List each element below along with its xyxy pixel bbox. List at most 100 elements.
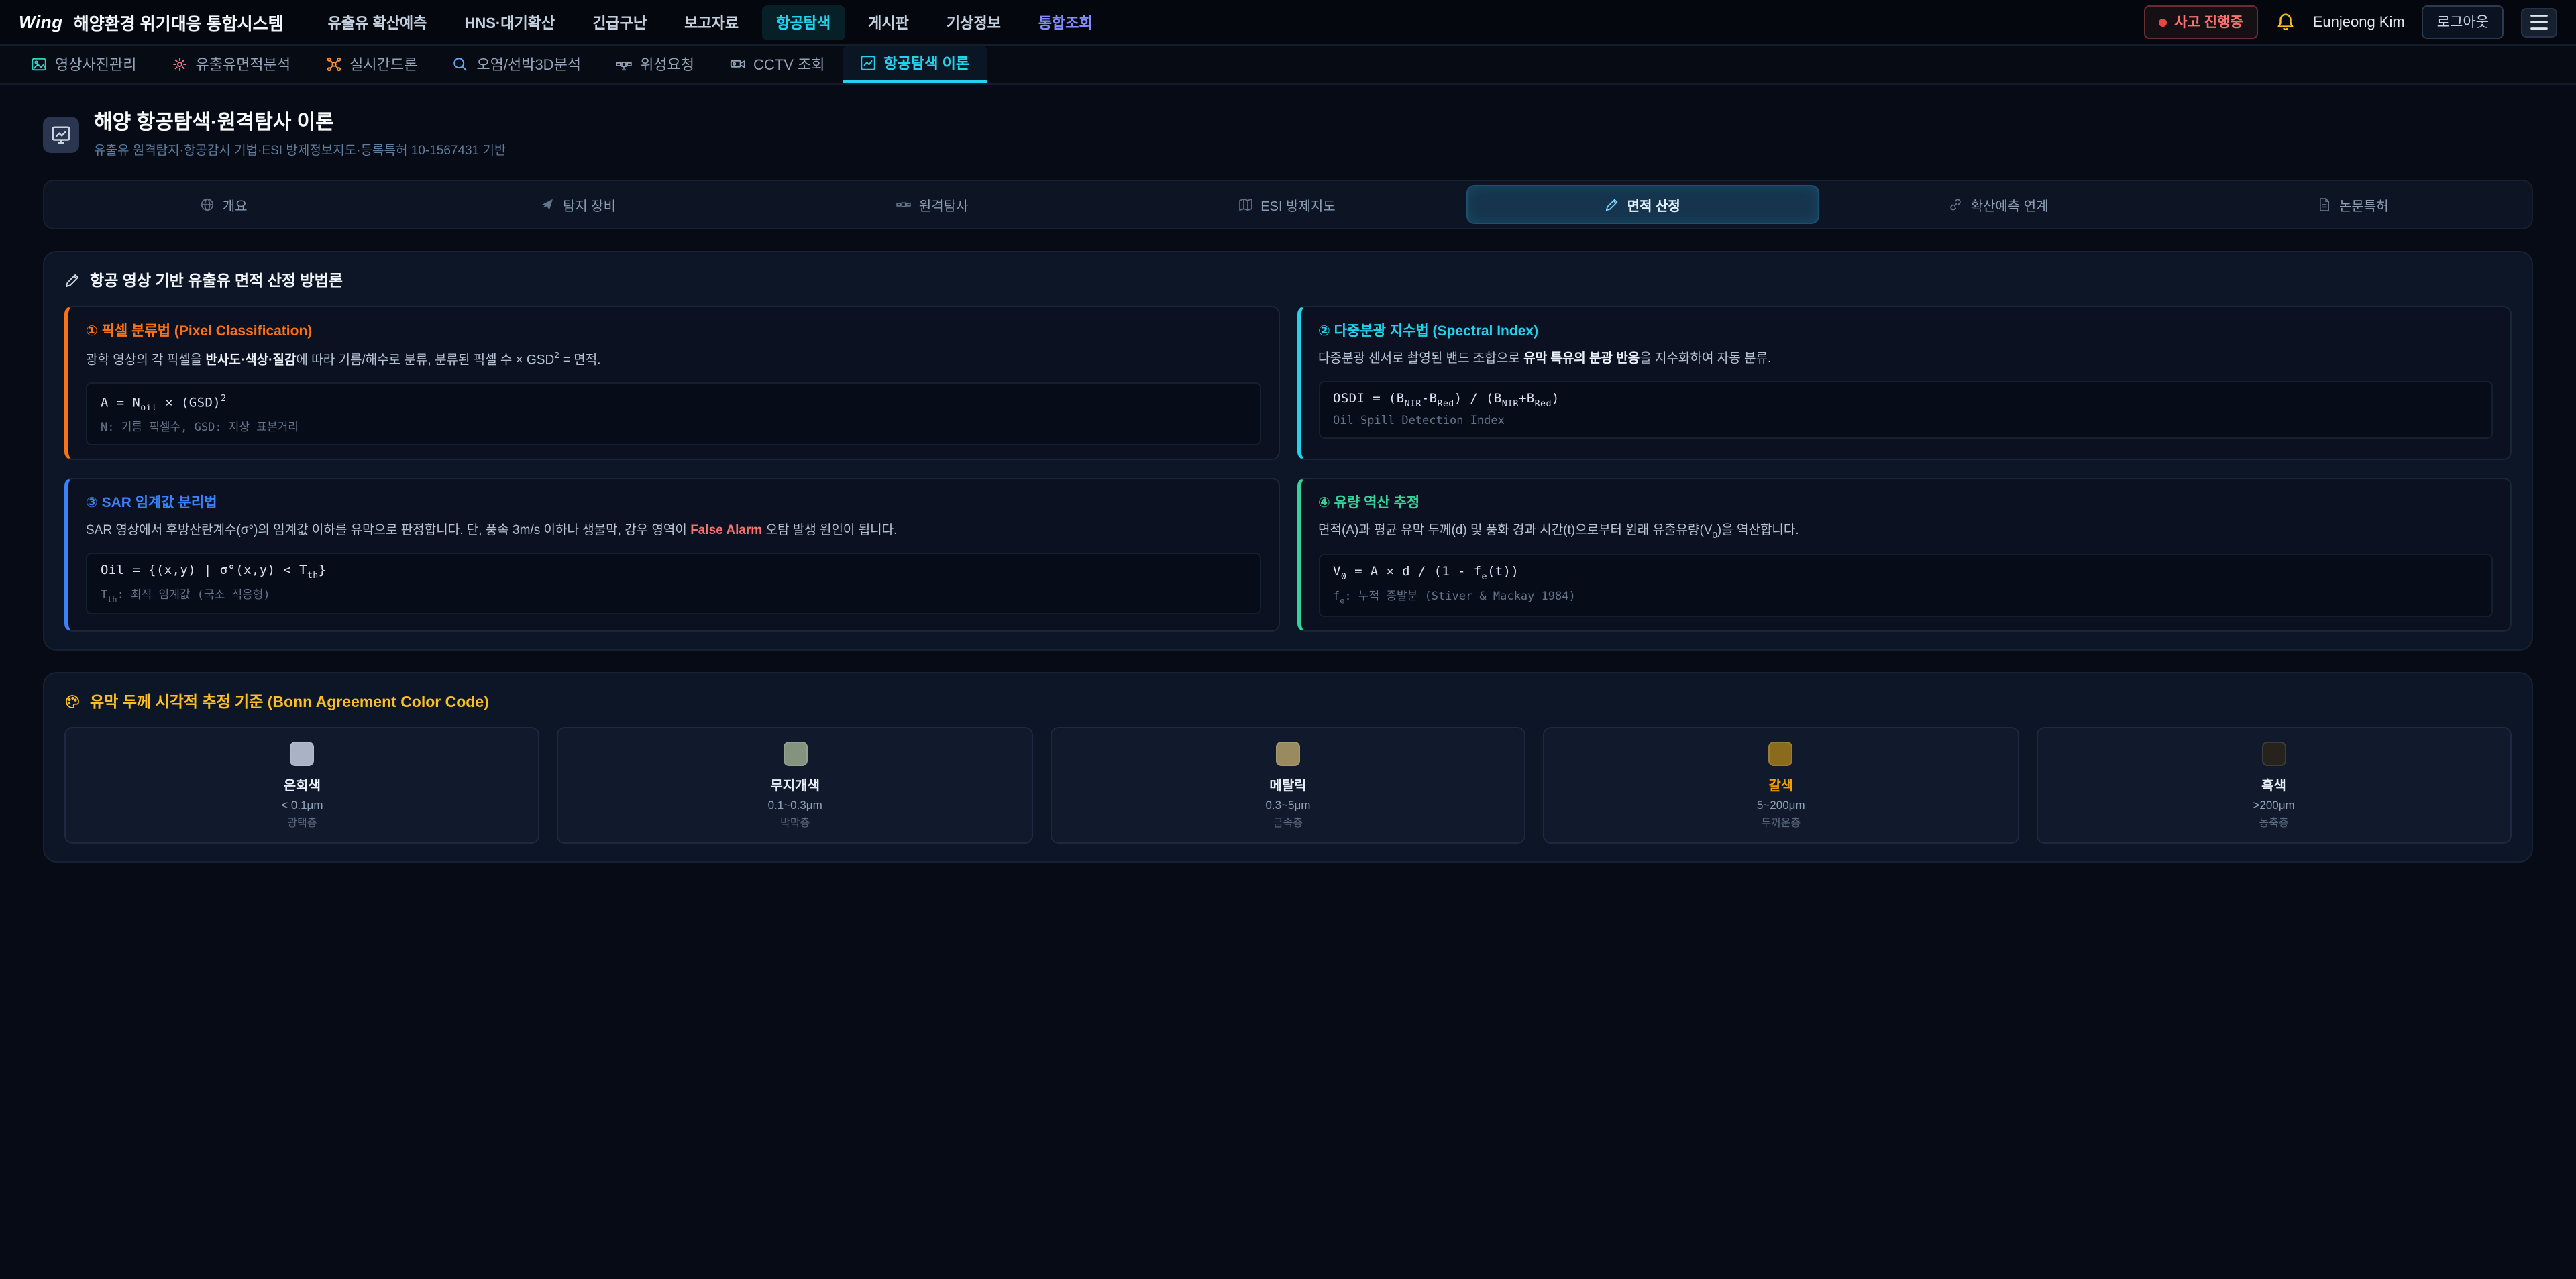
hamburger-menu-button[interactable] bbox=[2521, 7, 2557, 37]
thickness-name: 갈색 bbox=[1768, 773, 1793, 793]
method-card-volume-estimation: ④ 유량 역산 추정 면적(A)과 평균 유막 두께(d) 및 풍화 경과 시간… bbox=[1297, 478, 2512, 632]
thickness-layer: 농축층 bbox=[2259, 815, 2288, 830]
satellite-icon bbox=[896, 197, 911, 212]
tab-area-calculation[interactable]: 면적 산정 bbox=[1466, 185, 1819, 224]
thickness-name: 흑색 bbox=[2261, 773, 2286, 793]
thickness-range: 0.3~5μm bbox=[1265, 797, 1310, 811]
tab-label: 개요 bbox=[223, 194, 248, 215]
tab-esi-map[interactable]: ESI 방제지도 bbox=[1112, 185, 1462, 224]
subtab-realtime-drone[interactable]: 실시간드론 bbox=[308, 46, 435, 83]
tab-remote-sensing[interactable]: 원격탐사 bbox=[757, 185, 1108, 224]
subtab-label: 항공탐색 이론 bbox=[884, 52, 970, 74]
incident-status-label: 사고 진행중 bbox=[2174, 12, 2243, 32]
color-swatch bbox=[783, 741, 807, 765]
formula-block: A = Noil × (GSD)2 N: 기름 픽셀수, GSD: 지상 표본거… bbox=[86, 382, 1260, 445]
method-card-desc: 다중분광 센서로 촬영된 밴드 조합으로 유막 특유의 분광 반응을 지수화하여… bbox=[1318, 350, 2493, 370]
method-card-desc: 광학 영상의 각 픽셀을 반사도·색상·질감에 따라 기름/해수로 분류, 분류… bbox=[86, 350, 1260, 372]
notification-bell-icon[interactable] bbox=[2275, 12, 2296, 32]
palette-icon bbox=[64, 693, 80, 709]
magnifier-icon bbox=[452, 56, 468, 72]
nav-item-hns[interactable]: HNS·대기확산 bbox=[449, 5, 570, 40]
app-title: 해양환경 위기대응 통합시스템 bbox=[74, 9, 284, 35]
globe-icon bbox=[200, 197, 215, 212]
thickness-range: >200μm bbox=[2253, 797, 2294, 811]
subtab-oil-area-analysis[interactable]: 유출유면적분석 bbox=[154, 46, 308, 83]
subtab-satellite-request[interactable]: 위성요청 bbox=[598, 46, 712, 83]
method-card-title: ① 픽셀 분류법 (Pixel Classification) bbox=[86, 321, 1260, 341]
document-icon bbox=[2316, 197, 2331, 212]
subtab-cctv[interactable]: CCTV 조회 bbox=[712, 46, 843, 83]
tab-label: ESI 방제지도 bbox=[1260, 194, 1335, 215]
color-swatch bbox=[2262, 741, 2286, 765]
nav-item-integrated-search[interactable]: 통합조회 bbox=[1024, 5, 1108, 40]
nav-item-rescue[interactable]: 긴급구난 bbox=[578, 5, 661, 40]
thickness-range: 5~200μm bbox=[1757, 797, 1805, 811]
top-navigation-bar: Wing 해양환경 위기대응 통합시스템 유출유 확산예측 HNS·대기확산 긴… bbox=[0, 0, 2576, 46]
logo: Wing bbox=[19, 12, 63, 32]
thickness-layer: 두꺼운층 bbox=[1761, 815, 1801, 830]
formula-block: OSDI = (BNIR-BRed) / (BNIR+BRed) Oil Spi… bbox=[1318, 380, 2493, 438]
nav-item-board[interactable]: 게시판 bbox=[853, 5, 924, 40]
nav-item-aerial-search[interactable]: 항공탐색 bbox=[761, 5, 845, 40]
user-name: Eunjeong Kim bbox=[2313, 14, 2405, 30]
subtab-label: 오염/선박3D분석 bbox=[476, 54, 581, 75]
subtab-label: 유출유면적분석 bbox=[195, 54, 290, 75]
bonn-card-black: 흑색 >200μm 농축층 bbox=[2036, 726, 2512, 843]
nav-item-weather[interactable]: 기상정보 bbox=[932, 5, 1016, 40]
satellite-icon bbox=[616, 56, 632, 72]
method-card-sar-threshold: ③ SAR 임계값 분리법 SAR 영상에서 후방산란계수(σ°)의 임계값 이… bbox=[64, 478, 1279, 632]
method-grid: ① 픽셀 분류법 (Pixel Classification) 광학 영상의 각… bbox=[64, 306, 2512, 631]
methodology-heading: 항공 영상 기반 유출유 면적 산정 방법론 bbox=[64, 270, 2512, 291]
formula: A = Noil × (GSD)2 bbox=[101, 393, 1246, 413]
nav-item-reports[interactable]: 보고자료 bbox=[669, 5, 753, 40]
tab-diffusion-link[interactable]: 확산예측 연계 bbox=[1823, 185, 2173, 224]
tab-overview[interactable]: 개요 bbox=[48, 185, 398, 224]
method-card-title: ③ SAR 임계값 분리법 bbox=[86, 492, 1260, 512]
topbar-right: 사고 진행중 Eunjeong Kim 로그아웃 bbox=[2143, 5, 2557, 39]
subtab-aerial-search-theory[interactable]: 항공탐색 이론 bbox=[843, 46, 987, 83]
page-header: 해양 항공탐색·원격탐사 이론 유출유 원격탐지·항공감시 기법·ESI 방제정… bbox=[43, 111, 2533, 158]
incident-status-badge[interactable]: 사고 진행중 bbox=[2143, 5, 2257, 39]
app-window: Wing 해양환경 위기대응 통합시스템 유출유 확산예측 HNS·대기확산 긴… bbox=[0, 0, 2576, 1279]
page-header-text: 해양 항공탐색·원격탐사 이론 유출유 원격탐지·항공감시 기법·ESI 방제정… bbox=[94, 111, 506, 158]
pencil-icon bbox=[1605, 197, 1619, 212]
bonn-heading: 유막 두께 시각적 추정 기준 (Bonn Agreement Color Co… bbox=[64, 690, 2512, 712]
plane-icon bbox=[540, 197, 555, 212]
brand[interactable]: Wing 해양환경 위기대응 통합시스템 bbox=[19, 9, 284, 35]
method-card-title: ④ 유량 역산 추정 bbox=[1318, 492, 2493, 512]
formula-note: fe: 누적 증발분 (Stiver & Mackay 1984) bbox=[1333, 588, 2478, 606]
formula: V0 = A × d / (1 - fe(t)) bbox=[1333, 565, 2478, 582]
thickness-layer: 금속층 bbox=[1273, 815, 1303, 830]
tab-detection-equipment[interactable]: 탐지 장비 bbox=[402, 185, 753, 224]
alert-dot-icon bbox=[2158, 18, 2166, 26]
logout-button[interactable]: 로그아웃 bbox=[2422, 5, 2504, 39]
section-tab-bar: 개요 탐지 장비 원격탐사 ESI 방제지도 면적 산정 확산예측 연계 bbox=[43, 180, 2533, 229]
radar-chart-icon bbox=[43, 117, 79, 153]
color-swatch bbox=[1276, 741, 1300, 765]
method-card-spectral-index: ② 다중분광 지수법 (Spectral Index) 다중분광 센서로 촬영된… bbox=[1297, 306, 2512, 460]
analysis-icon bbox=[171, 56, 187, 72]
thickness-name: 무지개색 bbox=[770, 773, 820, 793]
hamburger-icon bbox=[2530, 15, 2548, 30]
color-swatch bbox=[290, 741, 314, 765]
sub-navigation-tabs: 영상사진관리 유출유면적분석 실시간드론 오염/선박3D분석 위성요청 CCTV… bbox=[0, 46, 2576, 85]
method-card-pixel-classification: ① 픽셀 분류법 (Pixel Classification) 광학 영상의 각… bbox=[64, 306, 1279, 460]
thickness-layer: 광택층 bbox=[287, 815, 317, 830]
formula-note: Tth: 최적 임계값 (국소 적응형) bbox=[101, 586, 1246, 604]
subtab-label: 실시간드론 bbox=[350, 54, 417, 75]
methodology-heading-text: 항공 영상 기반 유출유 면적 산정 방법론 bbox=[90, 270, 343, 291]
thickness-layer: 박막층 bbox=[780, 815, 810, 830]
method-card-desc: SAR 영상에서 후방산란계수(σ°)의 임계값 이하를 유막으로 판정합니다.… bbox=[86, 522, 1260, 541]
bonn-card-silver: 은회색 < 0.1μm 광택층 bbox=[64, 726, 540, 843]
nav-item-oil-diffusion[interactable]: 유출유 확산예측 bbox=[313, 5, 442, 40]
methodology-panel: 항공 영상 기반 유출유 면적 산정 방법론 ① 픽셀 분류법 (Pixel C… bbox=[43, 251, 2533, 650]
subtab-pollution-ship-3d[interactable]: 오염/선박3D분석 bbox=[435, 46, 598, 83]
subtab-image-management[interactable]: 영상사진관리 bbox=[13, 46, 154, 83]
formula-note: Oil Spill Detection Index bbox=[1333, 414, 2478, 427]
formula: OSDI = (BNIR-BRed) / (BNIR+BRed) bbox=[1333, 391, 2478, 408]
drone-icon bbox=[325, 56, 341, 72]
image-icon bbox=[31, 56, 47, 72]
thickness-range: < 0.1μm bbox=[281, 797, 323, 811]
tab-label: 원격탐사 bbox=[919, 194, 969, 215]
tab-papers-patents[interactable]: 논문특허 bbox=[2178, 185, 2528, 224]
